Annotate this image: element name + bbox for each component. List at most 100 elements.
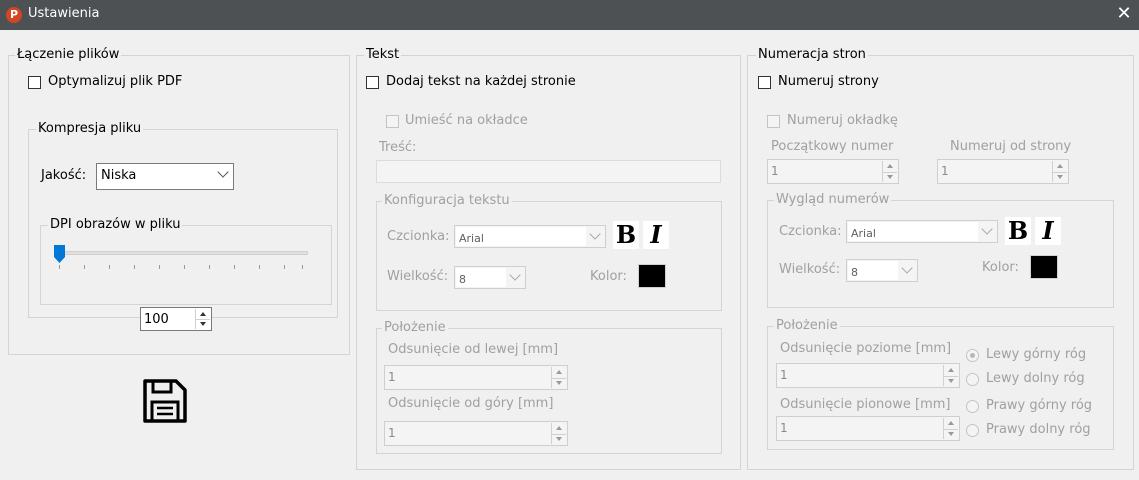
- title-bar: [0, 0, 1139, 30]
- corner-bottom-left-label: Lewy dolny róg: [986, 371, 1085, 386]
- slider-tick: [234, 265, 235, 269]
- chevron-down-icon: [589, 228, 601, 240]
- slider-tick: [84, 265, 85, 269]
- slider-tick: [59, 265, 60, 269]
- spin-down-icon[interactable]: [196, 319, 210, 329]
- merge-legend: Łączenie plików: [15, 47, 122, 62]
- corner-top-left-label: Lewy górny róg: [986, 347, 1087, 362]
- slider-tick: [134, 265, 135, 269]
- spin-down-icon[interactable]: [883, 172, 897, 183]
- numbering-legend: Numeracja stron: [756, 47, 868, 62]
- slider-tick: [184, 265, 185, 269]
- text-size-value: 8: [459, 273, 466, 286]
- quality-select[interactable]: Niska: [96, 163, 234, 190]
- numbering-checkbox[interactable]: [758, 76, 771, 89]
- chevron-down-icon: [217, 166, 229, 178]
- text-position-legend: Położenie: [382, 320, 448, 335]
- number-color-swatch[interactable]: [1030, 255, 1058, 279]
- app-icon: P: [6, 7, 22, 23]
- horizontal-offset-spinbox[interactable]: 1: [776, 363, 960, 388]
- text-font-label: Czcionka:: [387, 229, 450, 244]
- bold-icon: B: [1007, 216, 1029, 245]
- number-size-label: Wielkość:: [779, 262, 841, 277]
- start-number-label: Początkowy numer: [771, 139, 894, 154]
- text-cover-label: Umieść na okładce: [405, 113, 528, 128]
- number-italic-button[interactable]: I: [1035, 217, 1061, 245]
- spin-down-icon[interactable]: [944, 376, 958, 387]
- number-size-value: 8: [851, 266, 858, 279]
- number-position-legend: Położenie: [774, 318, 840, 333]
- close-icon[interactable]: ✕: [1114, 3, 1134, 25]
- content-input[interactable]: [376, 160, 721, 183]
- number-cover-label: Numeruj okładkę: [787, 113, 898, 128]
- text-config-legend: Konfiguracja tekstu: [382, 193, 512, 208]
- vertical-offset-label: Odsunięcie pionowe [mm]: [780, 397, 951, 412]
- slider-tick: [284, 265, 285, 269]
- horizontal-offset-value: 1: [780, 368, 788, 382]
- save-icon: [143, 379, 187, 423]
- optimize-pdf-checkbox[interactable]: [28, 76, 41, 89]
- spin-down-icon[interactable]: [552, 434, 566, 445]
- text-top-offset-label: Odsunięcie od góry [mm]: [388, 396, 554, 411]
- text-legend: Tekst: [364, 47, 402, 62]
- text-left-offset-label: Odsunięcie od lewej [mm]: [388, 342, 559, 357]
- text-italic-button[interactable]: I: [643, 221, 669, 249]
- start-number-value: 1: [771, 164, 779, 178]
- add-text-checkbox[interactable]: [366, 76, 379, 89]
- number-size-select[interactable]: 8: [846, 259, 918, 282]
- text-bold-button[interactable]: B: [613, 221, 639, 249]
- text-font-value: Arial: [459, 232, 484, 245]
- corner-bottom-right-label: Prawy dolny róg: [986, 422, 1091, 437]
- text-cover-checkbox[interactable]: [386, 115, 399, 128]
- vertical-offset-spinbox[interactable]: 1: [776, 416, 960, 441]
- add-text-label: Dodaj tekst na każdej stronie: [386, 74, 576, 89]
- vertical-offset-value: 1: [780, 421, 788, 435]
- number-font-label: Czcionka:: [779, 224, 842, 239]
- text-color-label: Kolor:: [590, 269, 627, 284]
- slider-tick: [259, 265, 260, 269]
- number-cover-checkbox[interactable]: [767, 115, 780, 128]
- from-page-value: 1: [941, 164, 949, 178]
- content-label: Treść:: [379, 140, 417, 155]
- corner-bottom-left-radio[interactable]: [966, 373, 979, 386]
- dpi-value: 100: [144, 312, 169, 327]
- slider-thumb-icon: [54, 245, 65, 263]
- spin-down-icon[interactable]: [552, 378, 566, 389]
- dpi-legend: DPI obrazów w pliku: [48, 217, 183, 232]
- text-left-offset-spinbox[interactable]: 1: [384, 365, 568, 390]
- chevron-down-icon: [981, 223, 993, 235]
- quality-label: Jakość:: [41, 168, 87, 183]
- slider-tick: [109, 265, 110, 269]
- italic-icon: I: [1042, 216, 1054, 245]
- slider-tick: [209, 265, 210, 269]
- dpi-slider-thumb[interactable]: [54, 245, 65, 263]
- compression-legend: Kompresja pliku: [36, 121, 144, 136]
- text-font-select[interactable]: Arial: [454, 225, 606, 248]
- text-top-offset-spinbox[interactable]: 1: [384, 421, 568, 446]
- text-size-select[interactable]: 8: [454, 266, 526, 289]
- number-bold-button[interactable]: B: [1005, 217, 1031, 245]
- dpi-slider-track[interactable]: [55, 251, 308, 255]
- corner-top-left-radio[interactable]: [966, 349, 979, 362]
- text-config-group: [376, 201, 722, 311]
- dpi-spinbox[interactable]: 100: [140, 307, 212, 331]
- quality-value: Niska: [101, 168, 137, 183]
- window-title: Ustawienia: [28, 6, 100, 21]
- corner-top-right-radio[interactable]: [966, 400, 979, 413]
- start-number-spinbox[interactable]: 1: [767, 159, 899, 184]
- number-color-label: Kolor:: [982, 260, 1019, 275]
- text-color-swatch[interactable]: [638, 264, 666, 288]
- spin-down-icon[interactable]: [1053, 172, 1067, 183]
- chevron-down-icon: [509, 269, 521, 281]
- from-page-label: Numeruj od strony: [950, 139, 1072, 154]
- corner-bottom-right-radio[interactable]: [966, 424, 979, 437]
- spin-down-icon[interactable]: [944, 429, 958, 440]
- save-button[interactable]: [140, 378, 188, 424]
- bold-icon: B: [615, 220, 637, 249]
- text-size-label: Wielkość:: [387, 269, 449, 284]
- corner-top-right-label: Prawy górny róg: [986, 398, 1093, 413]
- number-font-select[interactable]: Arial: [846, 220, 998, 243]
- number-look-group: [767, 200, 1114, 308]
- from-page-spinbox[interactable]: 1: [937, 159, 1069, 184]
- numbering-label: Numeruj strony: [778, 74, 879, 89]
